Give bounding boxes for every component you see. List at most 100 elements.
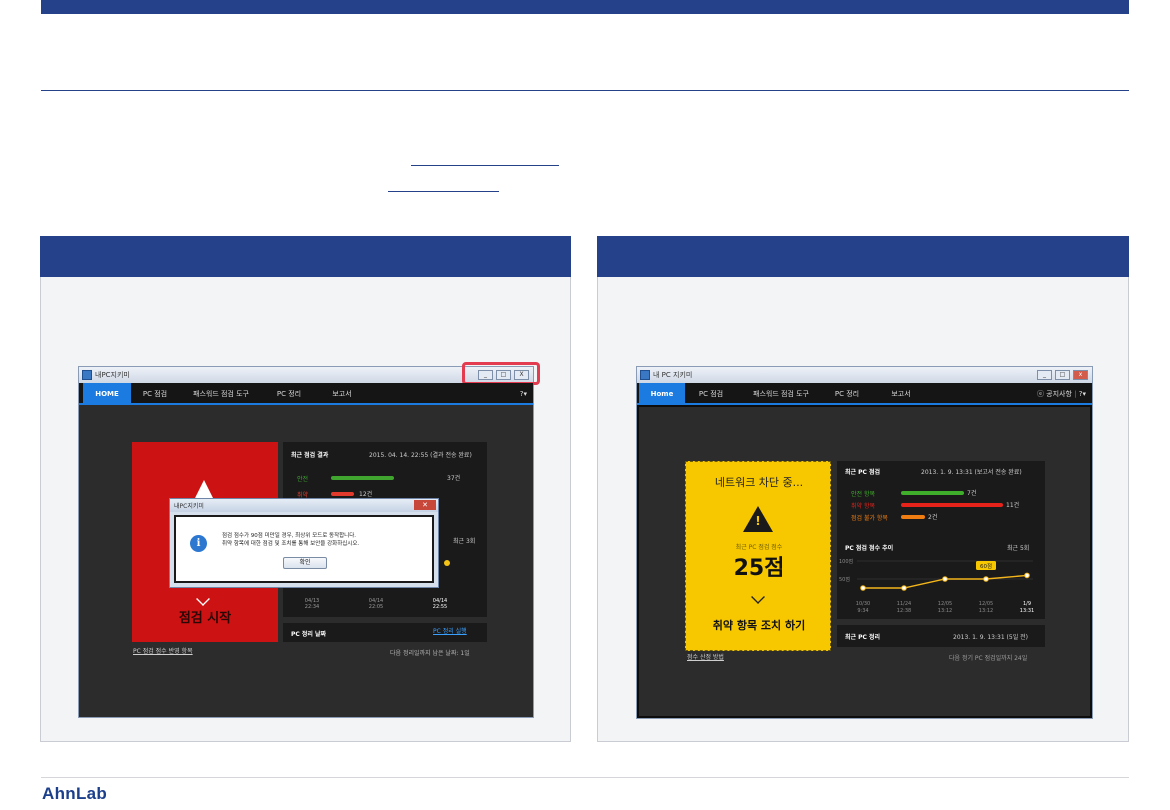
score-trend-chart: 100점50점10/309:3411/2412:3812/0513:1212/0… (839, 558, 1034, 614)
x-tick-time: 22:34 (304, 604, 320, 610)
window-title: 내PC지키미 (95, 371, 130, 379)
app-window: 내 PC 지키미 _ □ x Home PC 점검 패스워드 점검 도구 PC … (636, 366, 1093, 719)
y-axis-label: 100점 (839, 558, 853, 565)
notice-link[interactable]: 공지사항 (1046, 390, 1072, 398)
vulnerable-count: 11건 (1006, 502, 1020, 509)
panel-header (40, 236, 571, 277)
x-tick-date: 1/9 (1023, 601, 1031, 607)
dialog-title-bar: 내PC지키미 ✕ (170, 499, 438, 512)
vulnerable-bar (331, 492, 354, 496)
message-dialog: 내PC지키미 ✕ i 점검 점수가 90점 미만일 경우, 최상위 모드로 동작… (169, 498, 439, 588)
recent-check-time: 2015. 04. 14. 22:55 (결과 전송 완료) (369, 452, 472, 459)
score-method-link[interactable]: 점수 산정 방법 (687, 652, 724, 661)
unchecked-bar (901, 515, 925, 519)
content-area: 네트워크 차단 중... ! 최근 PC 점검 점수 25점 취약 항목 조치 … (637, 405, 1092, 718)
close-button[interactable]: x (1073, 370, 1088, 380)
header-band (41, 0, 1129, 14)
panel-header (597, 236, 1129, 277)
unchecked-label: 점검 불가 항목 (851, 515, 888, 522)
info-icon: i (190, 535, 207, 552)
tab-pc-check[interactable]: PC 점검 (689, 383, 733, 405)
recent-check-title: 최근 PC 점검 (845, 469, 881, 476)
x-tick-date: 12/05 (938, 601, 952, 607)
title-bar: 내 PC 지키미 _ □ x (637, 367, 1092, 383)
trend-point (1024, 572, 1030, 579)
trend-point (444, 560, 450, 566)
chevron-down-icon (196, 592, 210, 606)
ok-button[interactable]: 확인 (283, 557, 327, 569)
next-cleanup-text: 다음 정리일까지 남은 날짜: 1일 (390, 650, 470, 657)
tab-pc-cleanup[interactable]: PC 정리 (825, 383, 869, 405)
x-tick-date: 10/30 (856, 601, 870, 607)
next-check-text: 다음 정기 PC 점검일까지 24일 (949, 655, 1028, 662)
help-menu[interactable]: ?▾ (1079, 390, 1086, 398)
tab-home[interactable]: HOME (83, 383, 131, 405)
score-items-link[interactable]: PC 점검 점수 반영 항목 (133, 646, 193, 655)
vulnerable-label: 취약 항목 (851, 503, 875, 510)
app-icon (640, 370, 650, 380)
trend-point (942, 576, 948, 582)
safe-count: 37건 (447, 475, 461, 482)
recent-check-time: 2013. 1. 9. 13:31 (보고서 전송 완료) (921, 469, 1022, 476)
status-text: 점검 시작 (178, 611, 232, 626)
trend-range: 최근 5회 (1007, 545, 1030, 552)
tab-pc-cleanup[interactable]: PC 정리 (267, 383, 311, 405)
tab-password-tool[interactable]: 패스워드 점검 도구 (739, 383, 823, 405)
score-value: 25점 (733, 556, 785, 581)
tab-home[interactable]: Home (639, 383, 685, 405)
dialog-body: i 점검 점수가 90점 미만일 경우, 최상위 모드로 동작합니다. 취약 항… (174, 515, 434, 583)
vulnerable-bar (901, 503, 1003, 507)
hyperlink-underline[interactable] (411, 165, 559, 166)
trend-point (860, 585, 866, 591)
x-tick-date: 12/05 (979, 601, 993, 607)
trend-label: 최근 3회 (453, 538, 476, 545)
tab-pc-check[interactable]: PC 점검 (135, 383, 175, 405)
recent-cleanup-title: 최근 PC 정리 (845, 634, 881, 641)
x-tick-time: 22:05 (368, 604, 384, 610)
safe-label: 안전 항목 (851, 491, 875, 498)
safe-label: 안전 (297, 476, 309, 483)
recent-cleanup-card: 최근 PC 정리 2013. 1. 9. 13:31 (5일 전) (837, 625, 1045, 647)
company-logo: AhnLab (42, 784, 108, 803)
trend-point (983, 576, 989, 582)
nav-bar: Home PC 점검 패스워드 점검 도구 PC 정리 보고서 ⓔ 공지사항 |… (637, 383, 1092, 405)
tab-report[interactable]: 보고서 (875, 383, 927, 405)
notice-icon: ⓔ (1036, 390, 1044, 398)
window-title: 내 PC 지키미 (653, 371, 693, 379)
right-figure-panel: 내 PC 지키미 _ □ x Home PC 점검 패스워드 점검 도구 PC … (597, 236, 1129, 742)
x-tick-time: 13:12 (938, 608, 952, 614)
hyperlink-underline[interactable] (388, 191, 499, 192)
tab-password-tool[interactable]: 패스워드 점검 도구 (179, 383, 263, 405)
trend-point (901, 585, 907, 591)
status-card[interactable]: 네트워크 차단 중... ! 최근 PC 점검 점수 25점 취약 항목 조치 … (685, 461, 831, 651)
x-tick-time: 9:34 (857, 608, 868, 614)
cleanup-link[interactable]: PC 정리 실행 (433, 626, 467, 635)
safe-count: 7건 (967, 490, 977, 497)
action-text: 취약 항목 조치 하기 (712, 619, 806, 632)
app-icon (82, 370, 92, 380)
cleanup-title: PC 정리 날짜 (291, 631, 327, 638)
highlight-box (462, 362, 540, 385)
y-axis-label: 50점 (839, 576, 850, 583)
safe-bar (331, 476, 394, 480)
recent-cleanup-time: 2013. 1. 9. 13:31 (5일 전) (953, 634, 1028, 641)
dialog-close-button[interactable]: ✕ (414, 500, 436, 510)
app-window: 내PC지키미 _ □ X HOME PC 점검 패스워드 점검 도구 PC 정리… (78, 362, 540, 718)
maximize-button[interactable]: □ (1055, 370, 1070, 380)
dialog-title: 내PC지키미 (174, 503, 204, 510)
warning-icon (194, 480, 214, 500)
nav-bar: HOME PC 점검 패스워드 점검 도구 PC 정리 보고서 ?▾ (79, 383, 533, 405)
unchecked-count: 2건 (928, 514, 938, 521)
top-right-menu: ⓔ 공지사항 | ?▾ (1036, 390, 1086, 398)
dialog-line2: 취약 항목에 대한 점검 및 조치를 통해 보안을 강화하십시오. (222, 541, 360, 547)
safe-bar (901, 491, 964, 495)
tab-report[interactable]: 보고서 (317, 383, 367, 405)
x-tick-time: 13:31 (1020, 608, 1034, 614)
help-menu[interactable]: ?▾ (520, 383, 527, 405)
header-rule (41, 90, 1129, 91)
x-tick-time: 12:38 (897, 608, 911, 614)
cleanup-card: PC 정리 날짜 PC 정리 실행 (283, 623, 487, 642)
x-tick-time: 13:12 (979, 608, 993, 614)
x-tick-date: 11/24 (897, 601, 911, 607)
minimize-button[interactable]: _ (1037, 370, 1052, 380)
